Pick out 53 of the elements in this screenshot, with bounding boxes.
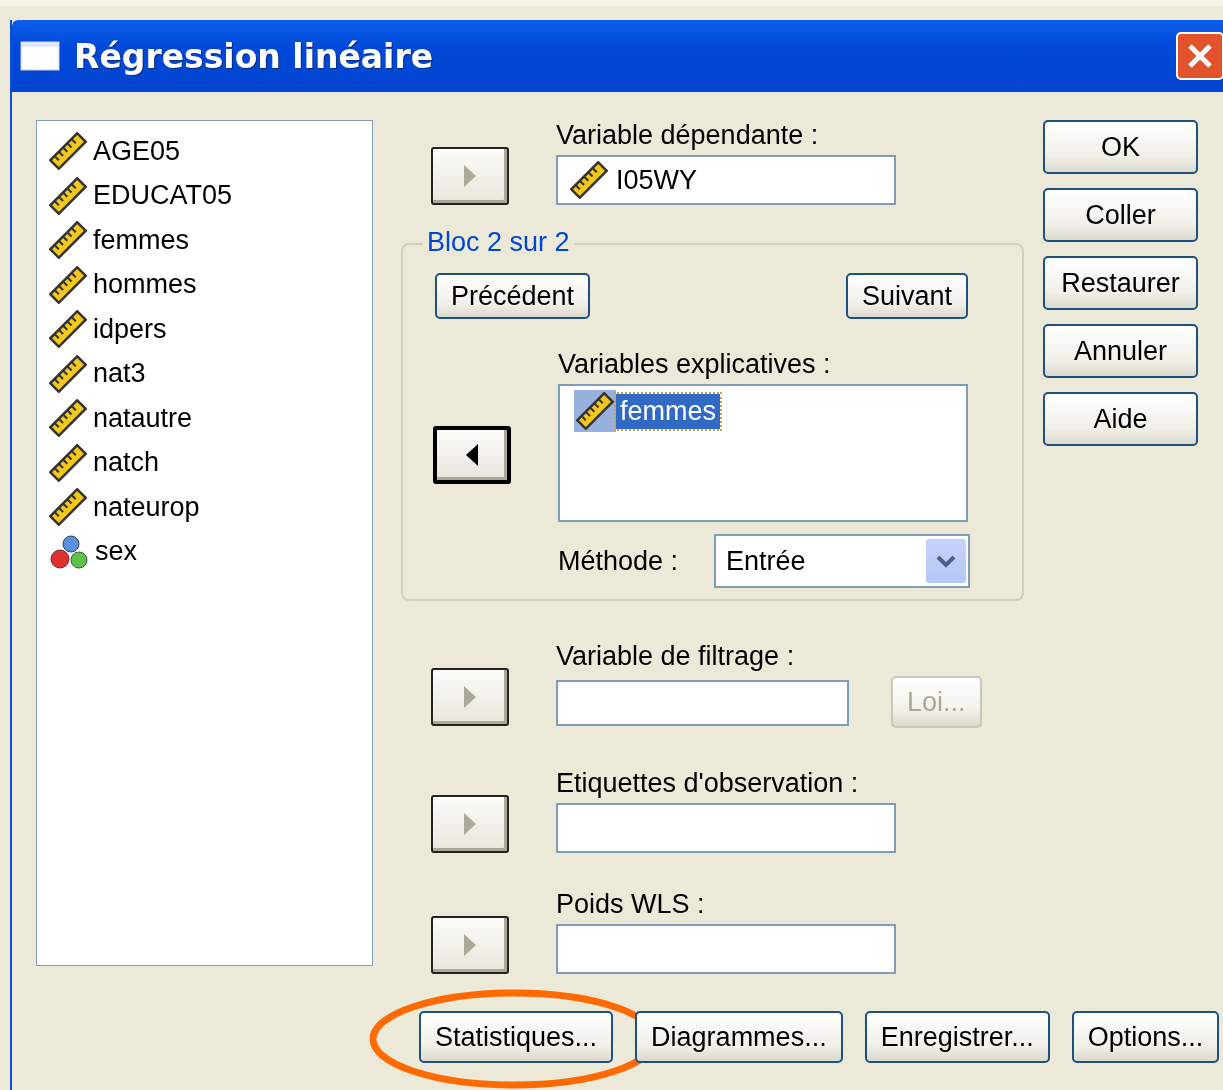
- move-button[interactable]: [431, 147, 509, 205]
- dialog-button[interactable]: Statistiques...: [419, 1011, 614, 1063]
- move-button[interactable]: [431, 668, 509, 726]
- variable-item[interactable]: nat3: [93, 358, 146, 390]
- variable-item[interactable]: sex: [95, 536, 138, 568]
- variable-list[interactable]: AGE05 EDUCAT05 femmes hommes idpers nat3 natautre natch nateurop sex: [36, 120, 373, 966]
- field-value: I05WY: [616, 164, 698, 196]
- dialog-button[interactable]: Enregistrer...: [864, 1011, 1050, 1063]
- dialog-button[interactable]: Options...: [1071, 1011, 1220, 1063]
- variable-item[interactable]: idpers: [93, 313, 167, 345]
- variable-item[interactable]: AGE05: [93, 135, 181, 167]
- dialog-button[interactable]: Diagrammes...: [635, 1011, 843, 1063]
- window-title: Régression linéaire: [74, 36, 434, 76]
- dialog-button[interactable]: Aide: [1043, 392, 1198, 446]
- field-label: Variables explicatives :: [558, 349, 832, 380]
- dialog-button[interactable]: Coller: [1043, 188, 1198, 242]
- weight-field[interactable]: [556, 924, 896, 974]
- close-button[interactable]: [1176, 32, 1223, 80]
- right-arrow-icon: [463, 686, 477, 708]
- right-arrow-icon: [463, 813, 477, 835]
- method-dropdown[interactable]: Entrée: [714, 534, 970, 588]
- dialog-button[interactable]: OK: [1043, 120, 1198, 174]
- variable-item[interactable]: nateurop: [93, 491, 200, 523]
- filter-field[interactable]: [556, 680, 849, 726]
- move-button[interactable]: [431, 916, 509, 974]
- nominal-icon: [49, 532, 89, 571]
- dependent-field[interactable]: I05WY: [556, 155, 896, 205]
- chevron-down-icon: [935, 554, 957, 568]
- previous-button[interactable]: Précédent: [435, 273, 591, 319]
- move-button[interactable]: [431, 795, 509, 853]
- next-button[interactable]: Suivant: [845, 273, 968, 319]
- right-arrow-icon: [463, 165, 477, 187]
- move-button[interactable]: [433, 426, 511, 484]
- field-label: Etiquettes d'observation :: [556, 768, 860, 799]
- window-icon: [20, 41, 60, 71]
- dialog-button[interactable]: Restaurer: [1043, 256, 1198, 310]
- independent-list[interactable]: femmes: [558, 384, 968, 522]
- variable-item[interactable]: femmes: [616, 393, 721, 429]
- variable-item[interactable]: hommes: [93, 269, 197, 301]
- right-arrow-icon: [463, 934, 477, 956]
- field-label: Variable dépendante :: [556, 120, 820, 151]
- case-label-field[interactable]: [556, 803, 896, 853]
- variable-item[interactable]: EDUCAT05: [93, 180, 233, 212]
- close-icon: [1186, 42, 1214, 70]
- variable-item[interactable]: femmes: [93, 224, 190, 256]
- ruler-icon: [576, 392, 614, 430]
- variable-item[interactable]: natautre: [93, 402, 193, 434]
- dialog-button[interactable]: Annuler: [1043, 324, 1198, 378]
- field-label: Variable de filtrage :: [556, 641, 796, 672]
- field-label: Poids WLS :: [556, 889, 706, 920]
- field-label: Méthode :: [558, 545, 680, 577]
- left-arrow-icon: [465, 444, 479, 466]
- variable-item[interactable]: natch: [93, 447, 160, 479]
